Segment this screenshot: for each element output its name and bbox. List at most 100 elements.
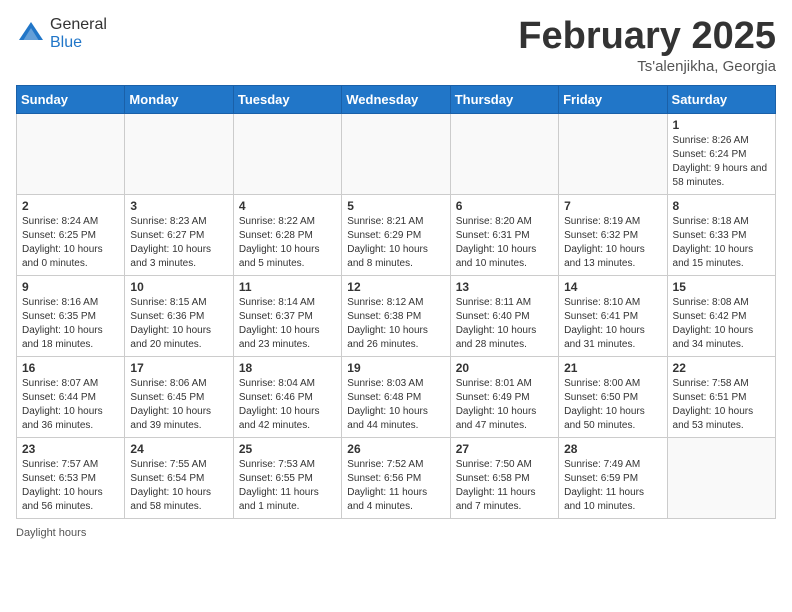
day-info: Sunrise: 8:10 AM Sunset: 6:41 PM Dayligh… bbox=[564, 296, 661, 352]
day-info: Sunrise: 8:04 AM Sunset: 6:46 PM Dayligh… bbox=[239, 377, 336, 433]
calendar-day-cell: 20Sunrise: 8:01 AM Sunset: 6:49 PM Dayli… bbox=[450, 356, 558, 437]
calendar-day-cell bbox=[17, 113, 125, 194]
day-info: Sunrise: 8:16 AM Sunset: 6:35 PM Dayligh… bbox=[22, 296, 119, 352]
weekday-header: Tuesday bbox=[233, 85, 341, 113]
day-number: 28 bbox=[564, 442, 661, 456]
weekday-header: Wednesday bbox=[342, 85, 450, 113]
calendar-day-cell bbox=[233, 113, 341, 194]
calendar-week-row: 2Sunrise: 8:24 AM Sunset: 6:25 PM Daylig… bbox=[17, 194, 776, 275]
calendar-day-cell: 2Sunrise: 8:24 AM Sunset: 6:25 PM Daylig… bbox=[17, 194, 125, 275]
logo-blue-text: Blue bbox=[50, 34, 82, 51]
day-info: Sunrise: 8:12 AM Sunset: 6:38 PM Dayligh… bbox=[347, 296, 444, 352]
calendar-day-cell: 19 Sunrise: 8:03 AM Sunset: 6:48 PM Dayli… bbox=[342, 356, 450, 437]
weekday-header: Monday bbox=[125, 85, 233, 113]
weekday-header: Sunday bbox=[17, 85, 125, 113]
day-info: Sunrise: 8:11 AM Sunset: 6:40 PM Dayligh… bbox=[456, 296, 553, 352]
day-number: 19 bbox=[347, 361, 444, 375]
day-number: 22 bbox=[673, 361, 770, 375]
day-info: Sunrise: 8:23 AM Sunset: 6:27 PM Dayligh… bbox=[130, 215, 227, 271]
calendar-day-cell: 21Sunrise: 8:00 AM Sunset: 6:50 PM Dayli… bbox=[559, 356, 667, 437]
calendar-day-cell: 16Sunrise: 8:07 AM Sunset: 6:44 PM Dayli… bbox=[17, 356, 125, 437]
day-number: 17 bbox=[130, 361, 227, 375]
day-info: Sunrise: 8:21 AM Sunset: 6:29 PM Dayligh… bbox=[347, 215, 444, 271]
day-info: Sunrise: 7:49 AM Sunset: 6:59 PM Dayligh… bbox=[564, 458, 661, 514]
day-info: Sunrise: 7:58 AM Sunset: 6:51 PM Dayligh… bbox=[673, 377, 770, 433]
day-info: Sunrise: 8:14 AM Sunset: 6:37 PM Dayligh… bbox=[239, 296, 336, 352]
day-info: Sunrise: 8:22 AM Sunset: 6:28 PM Dayligh… bbox=[239, 215, 336, 271]
day-number: 13 bbox=[456, 280, 553, 294]
logo: General Blue bbox=[16, 16, 107, 52]
logo-text: General Blue bbox=[50, 16, 107, 52]
calendar-day-cell: 28 Sunrise: 7:49 AM Sunset: 6:59 PM Dayli… bbox=[559, 437, 667, 518]
day-info: Sunrise: 8:18 AM Sunset: 6:33 PM Dayligh… bbox=[673, 215, 770, 271]
weekday-header: Saturday bbox=[667, 85, 775, 113]
title-block: February 2025 Ts'alenjikha, Georgia bbox=[518, 16, 776, 75]
day-info: Sunrise: 8:24 AM Sunset: 6:25 PM Dayligh… bbox=[22, 215, 119, 271]
day-number: 3 bbox=[130, 199, 227, 213]
calendar-day-cell: 4 Sunrise: 8:22 AM Sunset: 6:28 PM Daylig… bbox=[233, 194, 341, 275]
day-number: 11 bbox=[239, 280, 336, 294]
day-info: Sunrise: 8:15 AM Sunset: 6:36 PM Dayligh… bbox=[130, 296, 227, 352]
weekday-header: Friday bbox=[559, 85, 667, 113]
day-number: 1 bbox=[673, 118, 770, 132]
calendar-day-cell: 13 Sunrise: 8:11 AM Sunset: 6:40 PM Dayli… bbox=[450, 275, 558, 356]
calendar-week-row: 23 Sunrise: 7:57 AM Sunset: 6:53 PM Dayli… bbox=[17, 437, 776, 518]
calendar-day-cell: 25 Sunrise: 7:53 AM Sunset: 6:55 PM Dayli… bbox=[233, 437, 341, 518]
page-header: General Blue February 2025 Ts'alenjikha,… bbox=[16, 16, 776, 75]
calendar-day-cell bbox=[559, 113, 667, 194]
day-info: Sunrise: 8:07 AM Sunset: 6:44 PM Dayligh… bbox=[22, 377, 119, 433]
calendar-week-row: 1Sunrise: 8:26 AM Sunset: 6:24 PM Daylig… bbox=[17, 113, 776, 194]
calendar-day-cell: 7Sunrise: 8:19 AM Sunset: 6:32 PM Daylig… bbox=[559, 194, 667, 275]
day-number: 10 bbox=[130, 280, 227, 294]
day-number: 15 bbox=[673, 280, 770, 294]
day-info: Sunrise: 7:57 AM Sunset: 6:53 PM Dayligh… bbox=[22, 458, 119, 514]
day-number: 23 bbox=[22, 442, 119, 456]
day-info: Sunrise: 8:08 AM Sunset: 6:42 PM Dayligh… bbox=[673, 296, 770, 352]
calendar-week-row: 16Sunrise: 8:07 AM Sunset: 6:44 PM Dayli… bbox=[17, 356, 776, 437]
calendar-day-cell: 22 Sunrise: 7:58 AM Sunset: 6:51 PM Dayli… bbox=[667, 356, 775, 437]
day-number: 12 bbox=[347, 280, 444, 294]
day-number: 9 bbox=[22, 280, 119, 294]
day-info: Sunrise: 8:19 AM Sunset: 6:32 PM Dayligh… bbox=[564, 215, 661, 271]
calendar-day-cell: 12 Sunrise: 8:12 AM Sunset: 6:38 PM Dayli… bbox=[342, 275, 450, 356]
day-info: Sunrise: 7:52 AM Sunset: 6:56 PM Dayligh… bbox=[347, 458, 444, 514]
day-info: Sunrise: 8:20 AM Sunset: 6:31 PM Dayligh… bbox=[456, 215, 553, 271]
calendar-day-cell: 11 Sunrise: 8:14 AM Sunset: 6:37 PM Dayli… bbox=[233, 275, 341, 356]
day-info: Sunrise: 8:03 AM Sunset: 6:48 PM Dayligh… bbox=[347, 377, 444, 433]
calendar-day-cell: 5 Sunrise: 8:21 AM Sunset: 6:29 PM Daylig… bbox=[342, 194, 450, 275]
calendar-day-cell: 9 Sunrise: 8:16 AM Sunset: 6:35 PM Daylig… bbox=[17, 275, 125, 356]
calendar-day-cell: 24 Sunrise: 7:55 AM Sunset: 6:54 PM Dayli… bbox=[125, 437, 233, 518]
day-number: 25 bbox=[239, 442, 336, 456]
calendar-day-cell: 23 Sunrise: 7:57 AM Sunset: 6:53 PM Dayli… bbox=[17, 437, 125, 518]
day-number: 8 bbox=[673, 199, 770, 213]
calendar-day-cell: 6 Sunrise: 8:20 AM Sunset: 6:31 PM Daylig… bbox=[450, 194, 558, 275]
weekday-header-row: SundayMondayTuesdayWednesdayThursdayFrid… bbox=[17, 85, 776, 113]
day-info: Sunrise: 7:53 AM Sunset: 6:55 PM Dayligh… bbox=[239, 458, 336, 514]
calendar-day-cell: 10 Sunrise: 8:15 AM Sunset: 6:36 PM Dayli… bbox=[125, 275, 233, 356]
logo-general-text: General bbox=[50, 16, 107, 33]
calendar-day-cell: 8 Sunrise: 8:18 AM Sunset: 6:33 PM Daylig… bbox=[667, 194, 775, 275]
logo-icon bbox=[16, 19, 46, 49]
day-number: 24 bbox=[130, 442, 227, 456]
calendar-day-cell: 18 Sunrise: 8:04 AM Sunset: 6:46 PM Dayli… bbox=[233, 356, 341, 437]
calendar-day-cell: 15 Sunrise: 8:08 AM Sunset: 6:42 PM Dayli… bbox=[667, 275, 775, 356]
calendar-day-cell bbox=[342, 113, 450, 194]
calendar-day-cell: 1Sunrise: 8:26 AM Sunset: 6:24 PM Daylig… bbox=[667, 113, 775, 194]
day-number: 27 bbox=[456, 442, 553, 456]
day-number: 6 bbox=[456, 199, 553, 213]
calendar-day-cell: 17 Sunrise: 8:06 AM Sunset: 6:45 PM Dayli… bbox=[125, 356, 233, 437]
day-number: 4 bbox=[239, 199, 336, 213]
month-title: February 2025 bbox=[518, 16, 776, 58]
calendar-day-cell bbox=[125, 113, 233, 194]
calendar-day-cell: 27Sunrise: 7:50 AM Sunset: 6:58 PM Dayli… bbox=[450, 437, 558, 518]
day-number: 21 bbox=[564, 361, 661, 375]
location-subtitle: Ts'alenjikha, Georgia bbox=[518, 58, 776, 75]
day-info: Sunrise: 7:55 AM Sunset: 6:54 PM Dayligh… bbox=[130, 458, 227, 514]
day-info: Sunrise: 8:06 AM Sunset: 6:45 PM Dayligh… bbox=[130, 377, 227, 433]
calendar-week-row: 9 Sunrise: 8:16 AM Sunset: 6:35 PM Daylig… bbox=[17, 275, 776, 356]
calendar-table: SundayMondayTuesdayWednesdayThursdayFrid… bbox=[16, 85, 776, 519]
day-number: 18 bbox=[239, 361, 336, 375]
day-info: Sunrise: 8:01 AM Sunset: 6:49 PM Dayligh… bbox=[456, 377, 553, 433]
day-number: 5 bbox=[347, 199, 444, 213]
calendar-day-cell: 26Sunrise: 7:52 AM Sunset: 6:56 PM Dayli… bbox=[342, 437, 450, 518]
